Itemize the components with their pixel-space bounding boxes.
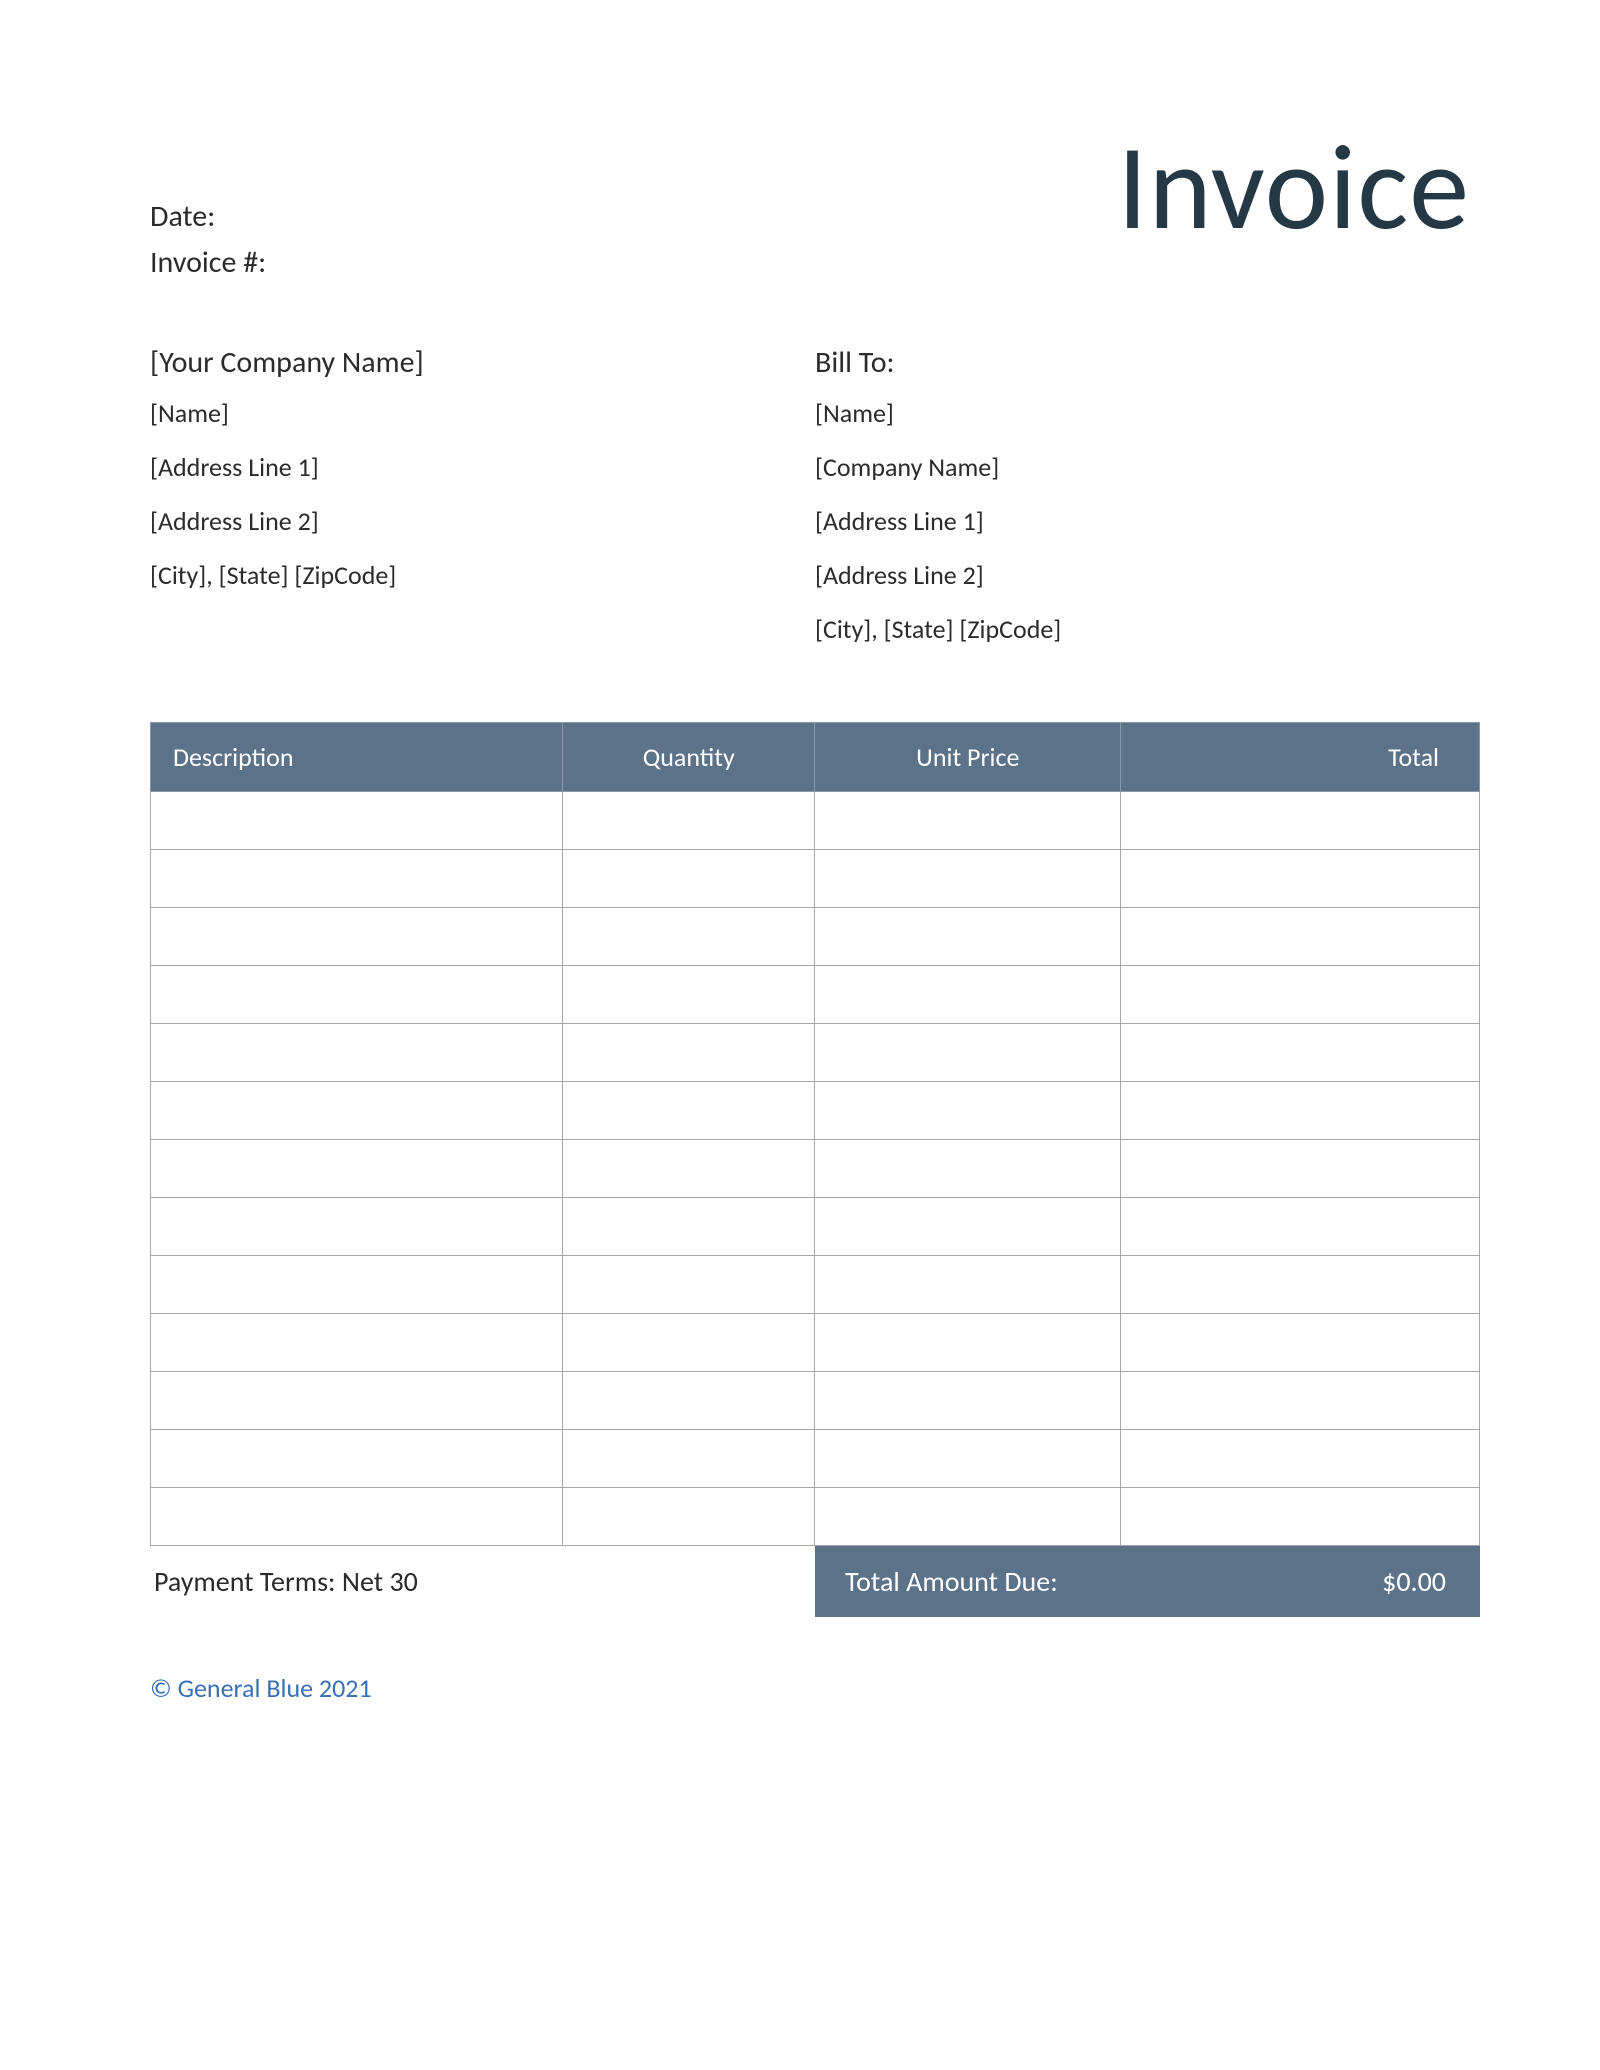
from-name: [Name] (150, 397, 815, 429)
table-row (151, 1256, 1480, 1314)
payment-terms: Payment Terms: Net 30 (150, 1546, 815, 1617)
cell-unit_price (815, 1256, 1121, 1314)
cell-quantity (562, 792, 815, 850)
table-row (151, 908, 1480, 966)
cell-total (1121, 1430, 1480, 1488)
bill-to-address-2: [Address Line 2] (815, 559, 1480, 591)
cell-total (1121, 1082, 1480, 1140)
cell-quantity (562, 966, 815, 1024)
total-due-value: $0.00 (1382, 1564, 1446, 1599)
cell-description (151, 908, 563, 966)
header-unit-price: Unit Price (815, 723, 1121, 792)
cell-unit_price (815, 1314, 1121, 1372)
cell-unit_price (815, 1024, 1121, 1082)
cell-unit_price (815, 1488, 1121, 1546)
cell-quantity (562, 908, 815, 966)
header-description: Description (151, 723, 563, 792)
cell-unit_price (815, 908, 1121, 966)
cell-total (1121, 1198, 1480, 1256)
cell-quantity (562, 1082, 815, 1140)
from-address-1: [Address Line 1] (150, 451, 815, 483)
table-row (151, 1314, 1480, 1372)
table-row (151, 1488, 1480, 1546)
invoice-page: Invoice Date: Invoice #: [Your Company N… (0, 0, 1600, 2070)
cell-unit_price (815, 1430, 1121, 1488)
footer-row: Payment Terms: Net 30 Total Amount Due: … (150, 1546, 1480, 1617)
cell-quantity (562, 1024, 815, 1082)
table-row (151, 1024, 1480, 1082)
cell-total (1121, 1140, 1480, 1198)
cell-description (151, 792, 563, 850)
table-row (151, 966, 1480, 1024)
cell-description (151, 1314, 563, 1372)
cell-total (1121, 792, 1480, 850)
bill-to-heading: Bill To: (815, 344, 1480, 381)
cell-quantity (562, 1140, 815, 1198)
cell-unit_price (815, 1082, 1121, 1140)
table-row (151, 850, 1480, 908)
table-header-row: Description Quantity Unit Price Total (151, 723, 1480, 792)
from-city-state-zip: [City], [State] [ZipCode] (150, 559, 815, 591)
cell-description (151, 1372, 563, 1430)
cell-unit_price (815, 1198, 1121, 1256)
page-title: Invoice (1117, 115, 1470, 261)
from-party: [Your Company Name] [Name] [Address Line… (150, 344, 815, 667)
from-address-2: [Address Line 2] (150, 505, 815, 537)
cell-description (151, 1488, 563, 1546)
cell-unit_price (815, 850, 1121, 908)
cell-description (151, 1256, 563, 1314)
cell-description (151, 1198, 563, 1256)
cell-total (1121, 1256, 1480, 1314)
cell-unit_price (815, 1372, 1121, 1430)
cell-quantity (562, 1372, 815, 1430)
cell-description (151, 966, 563, 1024)
bill-to-address-1: [Address Line 1] (815, 505, 1480, 537)
cell-quantity (562, 1430, 815, 1488)
bill-to-city-state-zip: [City], [State] [ZipCode] (815, 613, 1480, 645)
cell-unit_price (815, 792, 1121, 850)
cell-quantity (562, 850, 815, 908)
cell-total (1121, 1314, 1480, 1372)
bill-to-name: [Name] (815, 397, 1480, 429)
line-items-table: Description Quantity Unit Price Total (150, 722, 1480, 1546)
bill-to-party: Bill To: [Name] [Company Name] [Address … (815, 344, 1480, 667)
cell-total (1121, 966, 1480, 1024)
table-row (151, 1198, 1480, 1256)
cell-quantity (562, 1488, 815, 1546)
cell-quantity (562, 1256, 815, 1314)
cell-description (151, 1430, 563, 1488)
table-row (151, 1430, 1480, 1488)
bill-to-company: [Company Name] (815, 451, 1480, 483)
from-heading: [Your Company Name] (150, 344, 815, 381)
table-row (151, 1140, 1480, 1198)
date-label: Date: (150, 198, 215, 235)
header-total: Total (1121, 723, 1480, 792)
copyright: © General Blue 2021 (150, 1672, 1480, 1704)
total-due-label: Total Amount Due: (845, 1564, 1058, 1599)
cell-total (1121, 1372, 1480, 1430)
cell-description (151, 1082, 563, 1140)
total-due-bar: Total Amount Due: $0.00 (815, 1546, 1480, 1617)
cell-total (1121, 1024, 1480, 1082)
cell-unit_price (815, 1140, 1121, 1198)
cell-description (151, 850, 563, 908)
cell-quantity (562, 1198, 815, 1256)
table-row (151, 1372, 1480, 1430)
cell-quantity (562, 1314, 815, 1372)
cell-description (151, 1140, 563, 1198)
cell-unit_price (815, 966, 1121, 1024)
cell-description (151, 1024, 563, 1082)
cell-total (1121, 1488, 1480, 1546)
cell-total (1121, 908, 1480, 966)
table-row (151, 1082, 1480, 1140)
table-row (151, 792, 1480, 850)
header-quantity: Quantity (562, 723, 815, 792)
invoice-number-label: Invoice #: (150, 244, 266, 281)
cell-total (1121, 850, 1480, 908)
parties-section: [Your Company Name] [Name] [Address Line… (150, 344, 1480, 667)
